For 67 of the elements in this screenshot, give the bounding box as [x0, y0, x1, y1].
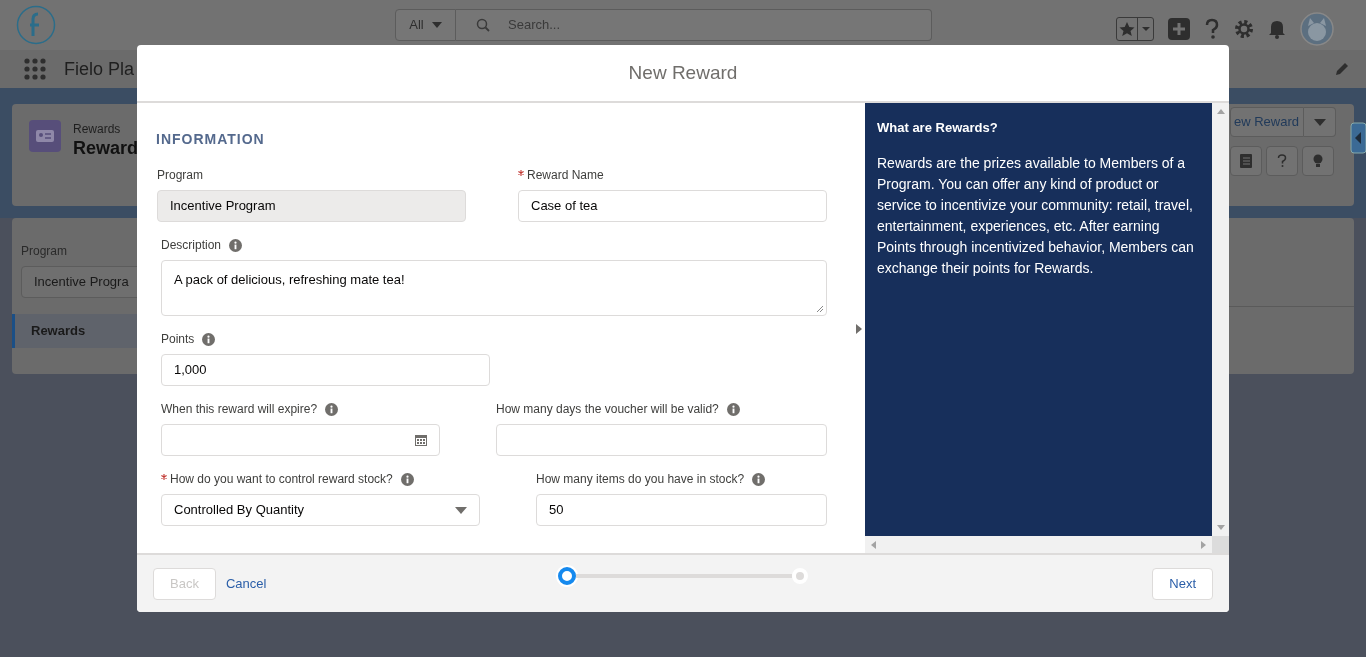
app-launcher-icon[interactable]: [24, 58, 46, 80]
info-icon[interactable]: [325, 402, 339, 416]
lightbulb-icon: [1313, 154, 1323, 168]
text-field[interactable]: Case of tea: [518, 190, 827, 222]
section-title: INFORMATION: [155, 130, 266, 149]
info-icon[interactable]: [752, 472, 766, 486]
text-field[interactable]: 50: [536, 494, 827, 526]
field-label: When this reward will expire?: [161, 401, 318, 418]
scroll-up-icon[interactable]: [1216, 109, 1225, 114]
notebook-icon: [1240, 154, 1252, 168]
resize-handle-icon[interactable]: [816, 305, 824, 313]
field-label: Points: [161, 331, 195, 348]
help-icon[interactable]: [1204, 18, 1220, 40]
app-name: Fielo Pla: [64, 57, 135, 81]
required-asterisk-icon: [161, 473, 167, 480]
info-icon[interactable]: [229, 238, 243, 252]
settings-icon[interactable]: [1234, 19, 1254, 39]
cancel-link[interactable]: Cancel: [225, 573, 267, 594]
field-label: How many days the voucher will be valid?: [496, 401, 719, 418]
collapse-tab-icon[interactable]: [1350, 122, 1366, 154]
field-label: Description: [161, 237, 222, 254]
notes-button[interactable]: [1230, 146, 1262, 176]
caret-icon: [1141, 27, 1150, 31]
description-field[interactable]: A pack of delicious, refreshing mate tea!: [161, 260, 827, 316]
text-field[interactable]: [496, 424, 827, 456]
caret-icon: [455, 506, 467, 514]
more-actions-button[interactable]: [1304, 107, 1336, 137]
calendar-icon[interactable]: [415, 434, 427, 446]
text-field[interactable]: 1,000: [161, 354, 490, 386]
required-asterisk-icon: [518, 169, 524, 176]
help-icon: [1277, 154, 1287, 168]
horizontal-scrollbar[interactable]: [865, 536, 1212, 553]
progress-step[interactable]: [558, 567, 576, 585]
scroll-left-icon[interactable]: [871, 540, 876, 549]
reward-card-icon: [29, 120, 61, 152]
field-label: How do you want to control reward stock?: [170, 471, 393, 488]
program-label: Program: [21, 244, 67, 258]
help-text: Rewards are the prizes available to Members of a Program. You can offer any kind of product or service to incentivize your community: retail, travel, entertainment, experiences, etc. After earning Points through incentivized behavior, Members can exchange their points for Rewards.: [877, 153, 1195, 278]
scroll-right-icon[interactable]: [1201, 540, 1206, 549]
logo-icon: [16, 5, 56, 45]
add-icon[interactable]: [1168, 18, 1190, 40]
modal-title: New Reward: [628, 60, 738, 85]
info-icon[interactable]: [726, 402, 740, 416]
expand-panel-icon[interactable]: [856, 324, 862, 334]
bell-icon[interactable]: [1268, 19, 1286, 39]
next-button[interactable]: Next: [1152, 567, 1213, 600]
vertical-scrollbar[interactable]: [1212, 103, 1229, 536]
help-title: What are Rewards?: [877, 119, 999, 137]
tips-button[interactable]: [1302, 146, 1334, 176]
date-field[interactable]: [161, 424, 440, 456]
avatar-icon[interactable]: [1300, 12, 1334, 46]
stock-control-select[interactable]: Controlled By Quantity: [161, 494, 480, 526]
field-label: How many items do you have in stock?: [536, 471, 745, 488]
caret-icon: [431, 22, 442, 28]
edit-icon[interactable]: [1335, 62, 1349, 76]
page-title: Reward: [73, 138, 139, 158]
favorites-button[interactable]: [1116, 17, 1154, 41]
program-field: Incentive Program: [157, 190, 466, 222]
info-icon[interactable]: [202, 332, 216, 346]
search-icon: [476, 18, 490, 32]
scroll-down-icon[interactable]: [1216, 525, 1225, 530]
object-label: Rewards: [73, 121, 122, 138]
help-button[interactable]: [1266, 146, 1298, 176]
field-label: Program: [157, 167, 203, 184]
field-label: Reward Name: [527, 167, 604, 184]
caret-icon: [1313, 118, 1326, 126]
info-icon[interactable]: [400, 472, 414, 486]
